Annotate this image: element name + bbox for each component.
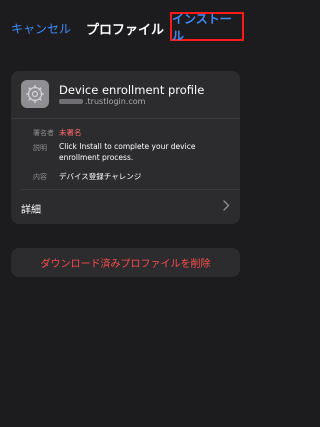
- profile-organization: .trustlogin.com: [59, 97, 145, 106]
- signer-value: 未署名: [59, 128, 82, 137]
- profile-name: Device enrollment profile: [59, 83, 205, 97]
- divider: [11, 118, 240, 119]
- profile-organization-domain: .trustlogin.com: [85, 97, 146, 106]
- contents-label: 内容: [33, 173, 47, 181]
- gear-icon: [21, 80, 49, 108]
- profile-card: Device enrollment profile .trustlogin.co…: [11, 71, 240, 224]
- redacted-text: [59, 99, 83, 104]
- details-label: 詳細: [21, 205, 41, 216]
- description-value: Click Install to complete your device en…: [59, 142, 196, 162]
- contents-value: デバイス登録チャレンジ: [59, 172, 142, 181]
- install-button-label: インストール: [172, 11, 232, 43]
- install-button[interactable]: インストール: [170, 11, 244, 43]
- chevron-right-icon: [223, 200, 230, 214]
- remove-button-label: ダウンロード済みプロファイルを削除: [40, 259, 211, 270]
- remove-downloaded-profile-button[interactable]: ダウンロード済みプロファイルを削除: [11, 248, 240, 277]
- description-label: 説明: [33, 144, 47, 152]
- signer-label: 署名者: [33, 129, 54, 137]
- details-row[interactable]: 詳細: [11, 190, 240, 224]
- navigation-bar: キャンセル プロファイル インストール: [0, 0, 250, 56]
